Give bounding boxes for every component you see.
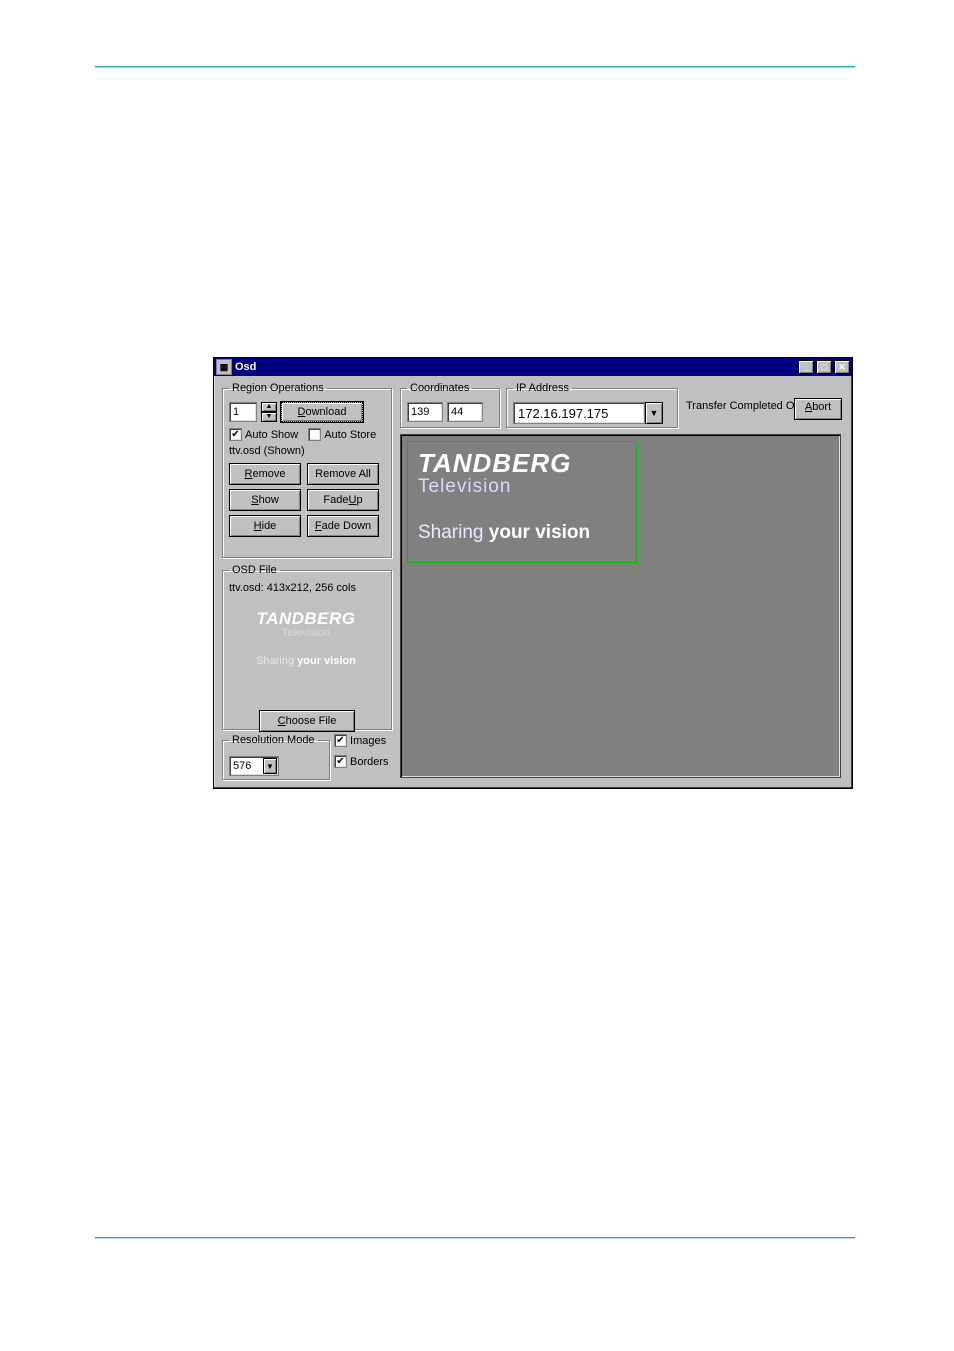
logo-brand: TANDBERG: [418, 450, 626, 476]
preview-canvas[interactable]: TANDBERG Television Sharing your vision: [400, 434, 841, 778]
region-operations-legend: Region Operations: [229, 382, 327, 394]
close-button[interactable]: ✕: [834, 360, 850, 374]
coordinates-legend: Coordinates: [407, 382, 472, 394]
logo-tagline: Sharing your vision: [418, 522, 626, 544]
app-icon: ▦: [216, 359, 232, 375]
download-button[interactable]: Download: [281, 402, 363, 422]
osd-file-info: ttv.osd: 413x212, 256 cols: [229, 582, 385, 594]
region-operations-group: Region Operations ▲ ▼ Download ✔ Auto Sh…: [222, 382, 392, 558]
transfer-status: Transfer Completed OK: [686, 400, 802, 412]
footer-rule: [95, 1237, 855, 1239]
show-button[interactable]: Show: [229, 489, 301, 511]
hide-button[interactable]: Hide: [229, 515, 301, 537]
region-spin-down[interactable]: ▼: [261, 412, 277, 422]
titlebar: ▦ Osd _ □ ✕: [214, 358, 852, 376]
remove-button[interactable]: Remove: [229, 463, 301, 485]
ip-dropdown-button[interactable]: ▼: [645, 402, 663, 424]
fade-up-button[interactable]: Fade Up: [307, 489, 379, 511]
remove-all-button[interactable]: Remove All: [307, 463, 379, 485]
osd-window: ▦ Osd _ □ ✕ Region Operations ▲ ▼ Downlo…: [213, 357, 853, 789]
chevron-down-icon: ▼: [263, 758, 277, 774]
checkbox-icon: [308, 428, 321, 441]
coordinates-group: Coordinates: [400, 382, 500, 428]
maximize-button[interactable]: □: [816, 360, 832, 374]
resolution-select[interactable]: 576 ▼: [229, 756, 279, 776]
osd-file-legend: OSD File: [229, 564, 280, 576]
auto-show-checkbox[interactable]: ✔ Auto Show: [229, 428, 298, 441]
images-checkbox[interactable]: ✔ Images: [334, 734, 389, 747]
resolution-mode-legend: Resolution Mode: [229, 734, 318, 746]
logo-subtitle: Television: [418, 476, 626, 498]
osd-region-preview[interactable]: TANDBERG Television Sharing your vision: [407, 441, 637, 563]
checkbox-icon: ✔: [334, 755, 347, 768]
coord-x-input[interactable]: [407, 402, 443, 422]
ip-address-group: IP Address ▼: [506, 382, 678, 428]
borders-checkbox[interactable]: ✔ Borders: [334, 755, 389, 768]
region-status-text: ttv.osd (Shown): [229, 445, 385, 457]
auto-store-checkbox[interactable]: Auto Store: [308, 428, 376, 441]
region-spin-up[interactable]: ▲: [261, 402, 277, 412]
choose-file-button[interactable]: Choose File: [259, 710, 355, 732]
minimize-button[interactable]: _: [798, 360, 814, 374]
region-index-input[interactable]: [229, 402, 257, 422]
window-title: Osd: [235, 361, 796, 373]
ip-address-input[interactable]: [513, 402, 645, 424]
osd-file-thumbnail: TANDBERG Television Sharing your vision: [230, 610, 382, 684]
coord-y-input[interactable]: [447, 402, 483, 422]
ip-address-legend: IP Address: [513, 382, 572, 394]
checkbox-icon: ✔: [334, 734, 347, 747]
header-rule: [95, 66, 855, 68]
fade-down-button[interactable]: Fade Down: [307, 515, 379, 537]
resolution-mode-group: Resolution Mode 576 ▼: [222, 734, 330, 780]
abort-button[interactable]: Abort: [794, 398, 842, 420]
checkbox-icon: ✔: [229, 428, 242, 441]
